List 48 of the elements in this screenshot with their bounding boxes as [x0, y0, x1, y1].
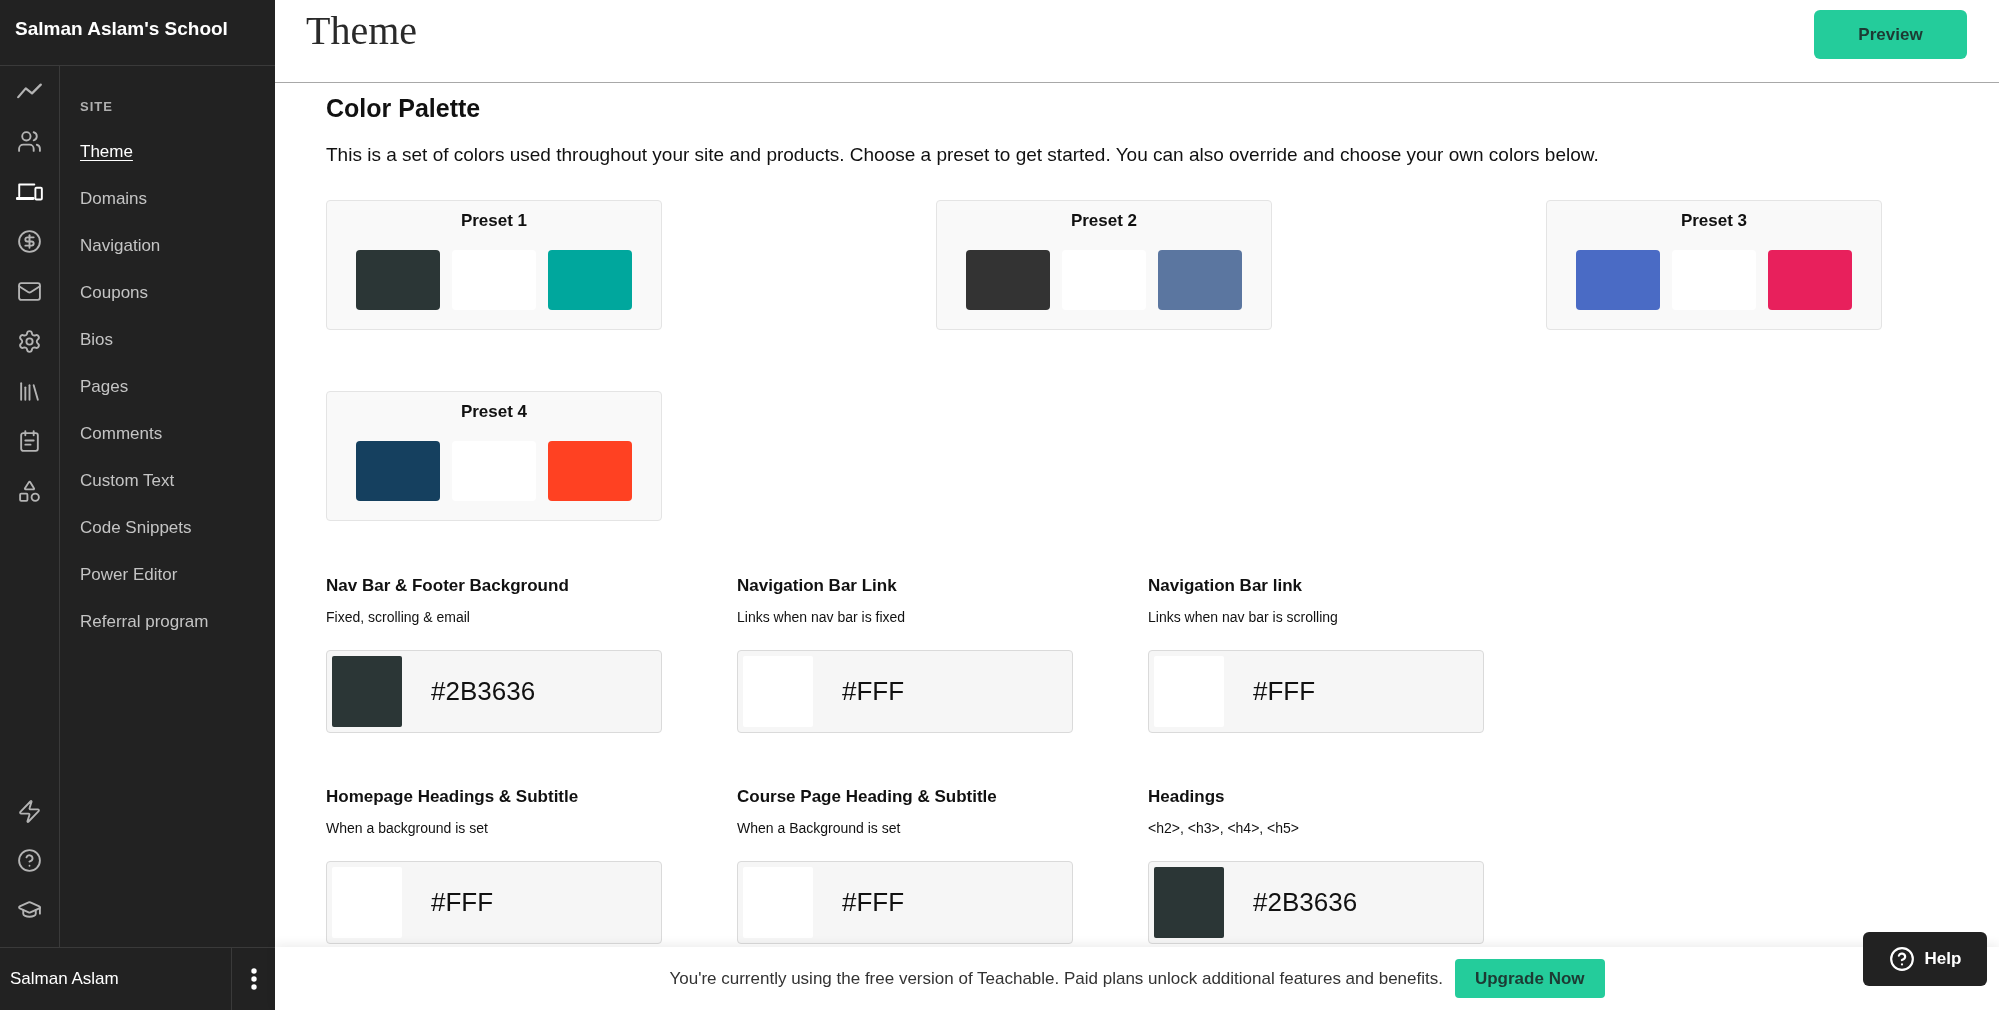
nav-link[interactable]: Coupons: [80, 269, 149, 316]
setting-hint: When a Background is set: [737, 819, 901, 837]
dollar-icon[interactable]: [17, 228, 42, 254]
preview-button[interactable]: Preview: [1814, 10, 1967, 59]
shapes-icon[interactable]: [17, 478, 42, 504]
more-vertical-icon: [250, 968, 257, 990]
setting-label: Homepage Headings & Subtitle: [326, 786, 579, 808]
nav-link[interactable]: Referral program: [80, 598, 209, 645]
color-field[interactable]: #2B3636: [326, 650, 662, 733]
nav-link[interactable]: Comments: [80, 410, 163, 457]
nav-link[interactable]: Custom Text: [80, 457, 175, 504]
setting-label: Course Page Heading & Subtitle: [737, 786, 997, 808]
nav-link[interactable]: Code Snippets: [80, 504, 192, 551]
users-icon[interactable]: [17, 128, 42, 154]
setting-label: Navigation Bar Link: [737, 575, 897, 597]
color-field[interactable]: #FFF: [737, 650, 1073, 733]
color-field[interactable]: #FFF: [326, 861, 662, 944]
help-icon: [1888, 946, 1915, 972]
calendar-icon[interactable]: [17, 428, 42, 454]
settings-icon[interactable]: [17, 328, 42, 354]
color-field[interactable]: #FFF: [737, 861, 1073, 944]
setting-hint: Links when nav bar is fixed: [737, 608, 906, 626]
setting-hint: Fixed, scrolling & email: [326, 608, 470, 626]
setting-hint: Links when nav bar is scrolling: [1148, 608, 1338, 626]
banner-text: You're currently using the free version of Teachable. Paid plans unlock additional features and benefits.: [669, 968, 1443, 989]
setting-label: Headings: [1148, 786, 1225, 808]
help-button[interactable]: Help: [1863, 932, 1987, 986]
page-title: Theme: [306, 7, 418, 55]
setting-label: Navigation Bar link: [1148, 575, 1302, 597]
setting-hint: When a background is set: [326, 819, 488, 837]
upgrade-button[interactable]: Upgrade Now: [1454, 959, 1605, 998]
user-name: Salman Aslam: [10, 969, 119, 989]
nav-link[interactable]: Bios: [80, 316, 114, 363]
nav-link[interactable]: Domains: [80, 175, 148, 222]
nav-link[interactable]: Power Editor: [80, 551, 178, 598]
color-field[interactable]: #FFF: [1148, 650, 1484, 733]
nav-link[interactable]: Pages: [80, 363, 129, 410]
school-name: Salman Aslam's School: [15, 17, 228, 41]
help-icon[interactable]: [17, 848, 42, 873]
section-description: This is a set of colors used throughout your site and products. Choose a preset to get started. You can also override and choose your own colors below.: [326, 143, 1599, 167]
setting-label: Nav Bar & Footer Background: [326, 575, 569, 597]
lightning-icon[interactable]: [17, 799, 42, 824]
setting-hint: <h2>, <h3>, <h4>, <h5>: [1148, 819, 1300, 837]
color-field[interactable]: #2B3636: [1148, 861, 1484, 944]
section-heading: Color Palette: [326, 93, 481, 123]
section-title: SITE: [80, 98, 113, 116]
nav-link[interactable]: Navigation: [80, 222, 161, 269]
nav-link[interactable]: Theme: [80, 128, 133, 175]
